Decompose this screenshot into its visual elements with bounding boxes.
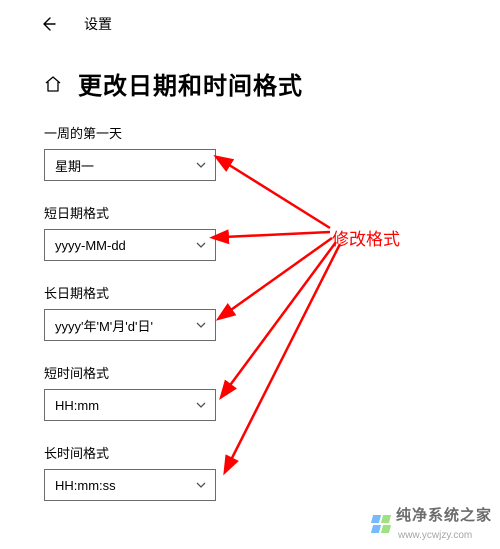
label-long-time: 长时间格式	[44, 443, 500, 462]
chevron-down-icon	[195, 399, 207, 411]
select-long-time-value: HH:mm:ss	[55, 478, 116, 493]
label-long-date: 长日期格式	[44, 283, 500, 302]
select-short-date[interactable]: yyyy-MM-dd	[44, 229, 216, 261]
watermark-url: www.ycwjzy.com	[398, 530, 472, 541]
chevron-down-icon	[195, 159, 207, 171]
field-short-date: 短日期格式 yyyy-MM-dd	[44, 203, 500, 261]
select-long-date[interactable]: yyyy'年'M'月'd'日'	[44, 309, 216, 341]
home-icon[interactable]	[44, 75, 62, 93]
select-short-time-value: HH:mm	[55, 398, 99, 413]
field-first-day: 一周的第一天 星期一	[44, 123, 500, 181]
label-short-time: 短时间格式	[44, 363, 500, 382]
watermark-logo-icon	[372, 515, 390, 533]
select-long-time[interactable]: HH:mm:ss	[44, 469, 216, 501]
select-first-day-value: 星期一	[55, 156, 94, 175]
field-long-time: 长时间格式 HH:mm:ss	[44, 443, 500, 501]
page-title: 更改日期和时间格式	[78, 66, 303, 101]
label-first-day: 一周的第一天	[44, 123, 500, 142]
label-short-date: 短日期格式	[44, 203, 500, 222]
field-long-date: 长日期格式 yyyy'年'M'月'd'日'	[44, 283, 500, 341]
select-long-date-value: yyyy'年'M'月'd'日'	[55, 316, 153, 335]
select-short-time[interactable]: HH:mm	[44, 389, 216, 421]
content: 一周的第一天 星期一 短日期格式 yyyy-MM-dd 长日期格式 yyyy'年…	[0, 101, 500, 501]
chevron-down-icon	[195, 479, 207, 491]
select-first-day[interactable]: 星期一	[44, 149, 216, 181]
field-short-time: 短时间格式 HH:mm	[44, 363, 500, 421]
page-header: 更改日期和时间格式	[0, 34, 500, 101]
select-short-date-value: yyyy-MM-dd	[55, 238, 126, 253]
chevron-down-icon	[195, 239, 207, 251]
topbar: 设置	[0, 0, 500, 34]
watermark: 纯净系统之家 www.ycwjzy.com	[372, 504, 492, 543]
topbar-title: 设置	[84, 14, 112, 34]
watermark-text: 纯净系统之家	[396, 507, 492, 524]
chevron-down-icon	[195, 319, 207, 331]
back-icon[interactable]	[40, 16, 56, 32]
